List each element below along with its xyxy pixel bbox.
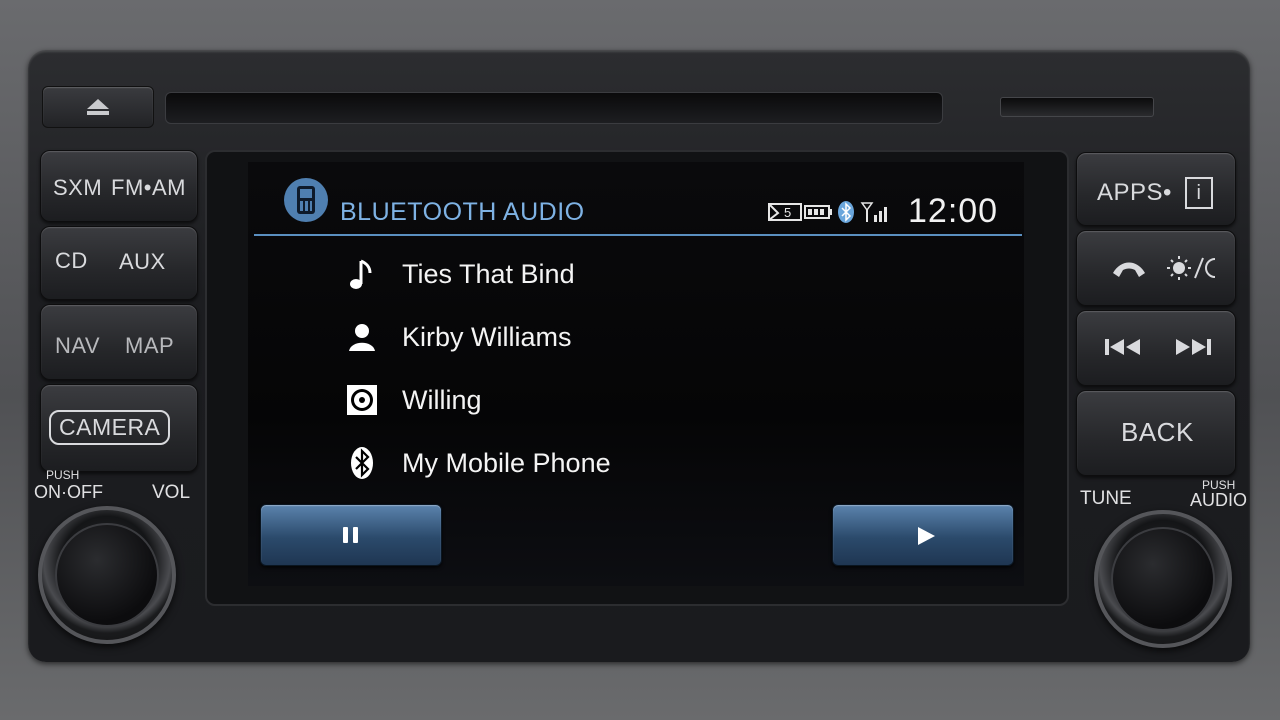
tune-label: TUNE xyxy=(1080,488,1132,509)
nav-label: NAV xyxy=(55,333,101,358)
cd-label: CD xyxy=(55,248,88,273)
tune-knob[interactable] xyxy=(1094,510,1232,648)
cd-aux-button[interactable]: CD AUX xyxy=(40,226,198,300)
phone-brightness-button[interactable] xyxy=(1076,230,1236,306)
fm-am-label: FM•AM xyxy=(111,175,186,200)
seek-forward-icon xyxy=(1176,339,1211,355)
music-note-icon xyxy=(344,256,380,292)
play-button[interactable] xyxy=(832,504,1014,566)
map-label: MAP xyxy=(125,333,175,358)
phone-icon xyxy=(1113,262,1145,277)
bluetooth-audio-screen: BLUETOOTH AUDIO 5 12:00 Ties That Bind K… xyxy=(248,162,1024,586)
pause-icon xyxy=(343,527,358,543)
camera-button[interactable]: CAMERA xyxy=(40,384,198,472)
pause-button[interactable] xyxy=(260,504,442,566)
artist-row: Kirby Williams xyxy=(344,317,572,357)
cd-slot xyxy=(165,92,943,124)
on-off-label: ON·OFF xyxy=(34,482,103,502)
seek-back-icon xyxy=(1105,339,1140,355)
header-divider xyxy=(254,234,1022,236)
album-name: Willing xyxy=(402,384,482,415)
play-icon xyxy=(918,527,935,545)
message-count: 5 xyxy=(784,204,792,220)
seek-button[interactable] xyxy=(1076,310,1236,386)
sd-card-slot xyxy=(1000,97,1154,117)
device-name: My Mobile Phone xyxy=(402,447,611,478)
brightness-icon xyxy=(1167,256,1216,280)
camera-label: CAMERA xyxy=(49,410,171,445)
push-label-left: PUSH xyxy=(46,468,80,482)
vol-label: VOL xyxy=(152,482,191,503)
sxm-fm-am-button[interactable]: SXM FM•AM xyxy=(40,150,198,222)
back-label: BACK xyxy=(1121,417,1194,447)
battery-icon xyxy=(804,205,832,219)
album-icon xyxy=(344,382,380,418)
nav-map-button[interactable]: NAV MAP xyxy=(40,304,198,380)
info-label: i xyxy=(1185,177,1213,209)
track-title: Ties That Bind xyxy=(402,258,575,289)
mobile-phone-icon xyxy=(284,178,328,222)
screen-title: BLUETOOTH AUDIO xyxy=(340,198,585,226)
artist-name: Kirby Williams xyxy=(402,321,572,352)
sxm-label: SXM xyxy=(53,175,103,200)
person-icon xyxy=(344,319,380,355)
eject-icon xyxy=(87,99,109,115)
back-button[interactable]: BACK xyxy=(1076,390,1236,476)
album-row: Willing xyxy=(344,380,482,420)
signal-strength-icon xyxy=(860,202,887,222)
audio-label: AUDIO xyxy=(1190,490,1248,510)
clock: 12:00 xyxy=(908,192,999,230)
track-title-row: Ties That Bind xyxy=(344,254,575,294)
volume-knob[interactable] xyxy=(38,506,176,644)
tune-knob-cap xyxy=(1111,527,1215,631)
device-row: My Mobile Phone xyxy=(344,443,611,483)
eject-button[interactable] xyxy=(42,86,154,128)
apps-info-button[interactable]: APPS• i xyxy=(1076,152,1236,226)
bluetooth-icon xyxy=(344,445,380,481)
volume-knob-cap xyxy=(55,523,159,627)
status-bar: 5 xyxy=(768,200,890,224)
apps-label: APPS• xyxy=(1097,179,1172,206)
bluetooth-status-icon xyxy=(838,201,854,223)
aux-label: AUX xyxy=(119,249,166,274)
